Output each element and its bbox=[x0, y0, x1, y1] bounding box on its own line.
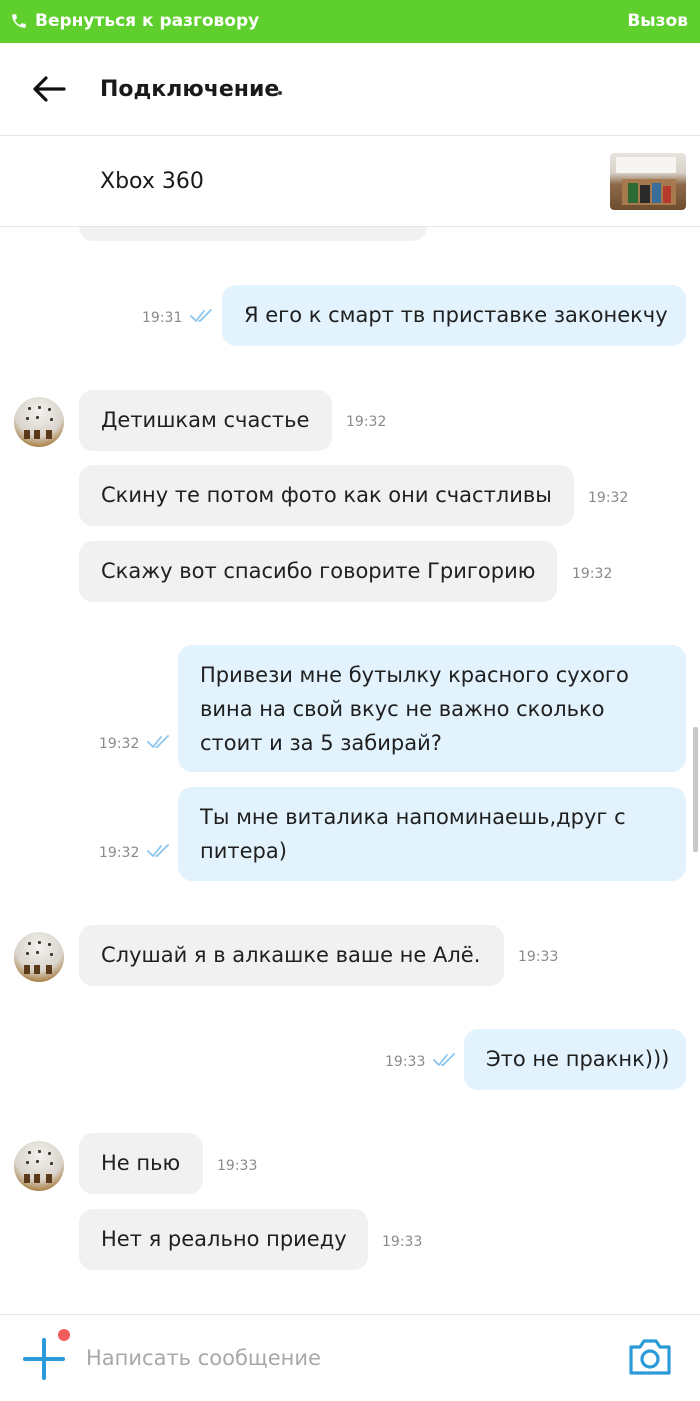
message-time: 19:32 bbox=[588, 490, 629, 506]
message-bubble-incoming[interactable]: Детишкам счастье bbox=[79, 390, 332, 451]
message-time: 19:32 bbox=[346, 414, 387, 430]
message-time: 19:32 bbox=[99, 845, 140, 861]
message-bubble-incoming[interactable]: Скину те потом фото как они счастливы bbox=[79, 465, 574, 526]
return-to-call-bar[interactable]: Вернуться к разговору Вызов bbox=[0, 0, 700, 43]
avatar[interactable] bbox=[14, 1141, 64, 1191]
message-bubble-outgoing[interactable]: Я его к смарт тв приставке законекчу bbox=[222, 285, 686, 346]
scrollbar[interactable] bbox=[693, 727, 698, 852]
message-time: 19:32 bbox=[572, 566, 613, 582]
message-line: вина на свой вкус не важно сколько bbox=[200, 697, 605, 721]
message-line: стоит и за 5 забирай? bbox=[200, 731, 442, 755]
message-line: Ты мне виталика напоминаешь,друг с bbox=[200, 805, 626, 829]
camera-icon[interactable] bbox=[627, 1337, 673, 1377]
message-bubble-outgoing[interactable]: Это не пракнк))) bbox=[464, 1029, 686, 1090]
chat-header: Подключение bbox=[0, 43, 700, 136]
notification-dot bbox=[58, 1329, 70, 1341]
avatar[interactable] bbox=[14, 397, 64, 447]
message-line: питера) bbox=[200, 839, 287, 863]
message-bubble-incoming[interactable]: Скажу вот спасибо говорите Григорию bbox=[79, 541, 557, 602]
message-bubble-incoming[interactable]: Нет я реально приеду bbox=[79, 1209, 368, 1270]
message-time: 19:33 bbox=[385, 1054, 426, 1070]
status-dot bbox=[278, 91, 282, 95]
message-time: 19:33 bbox=[217, 1158, 258, 1174]
listing-title[interactable]: Xbox 360 bbox=[100, 169, 204, 194]
message-input[interactable]: Написать сообщение bbox=[86, 1346, 321, 1370]
plus-icon[interactable] bbox=[22, 1337, 66, 1381]
message-bubble-partial bbox=[79, 227, 427, 241]
message-time: 19:33 bbox=[518, 949, 559, 965]
message-line: Привези мне бутылку красного сухого bbox=[200, 663, 629, 687]
message-bubble-outgoing[interactable]: Ты мне виталика напоминаешь,друг с питер… bbox=[178, 787, 686, 881]
message-time: 19:32 bbox=[99, 736, 140, 752]
message-time: 19:33 bbox=[382, 1234, 423, 1250]
composer-bar: Написать сообщение bbox=[0, 1314, 700, 1401]
message-time: 19:31 bbox=[142, 310, 183, 326]
return-to-call-label[interactable]: Вернуться к разговору bbox=[35, 11, 259, 31]
double-check-icon bbox=[433, 1053, 455, 1066]
page-title: Подключение bbox=[100, 77, 280, 102]
double-check-icon bbox=[190, 309, 212, 322]
double-check-icon bbox=[147, 844, 169, 857]
listing-thumbnail[interactable] bbox=[610, 153, 686, 210]
double-check-icon bbox=[147, 735, 169, 748]
message-bubble-incoming[interactable]: Слушай я в алкашке ваше не Алё. bbox=[79, 925, 504, 986]
call-button[interactable]: Вызов bbox=[627, 11, 688, 31]
message-bubble-outgoing[interactable]: Привези мне бутылку красного сухого вина… bbox=[178, 645, 686, 772]
back-arrow-icon[interactable] bbox=[32, 75, 66, 103]
listing-bar[interactable]: Xbox 360 bbox=[0, 136, 700, 227]
message-bubble-incoming[interactable]: Не пью bbox=[79, 1133, 203, 1194]
avatar[interactable] bbox=[14, 932, 64, 982]
phone-icon bbox=[12, 14, 26, 28]
message-list[interactable]: 19:31 Я его к смарт тв приставке законек… bbox=[0, 227, 700, 1314]
